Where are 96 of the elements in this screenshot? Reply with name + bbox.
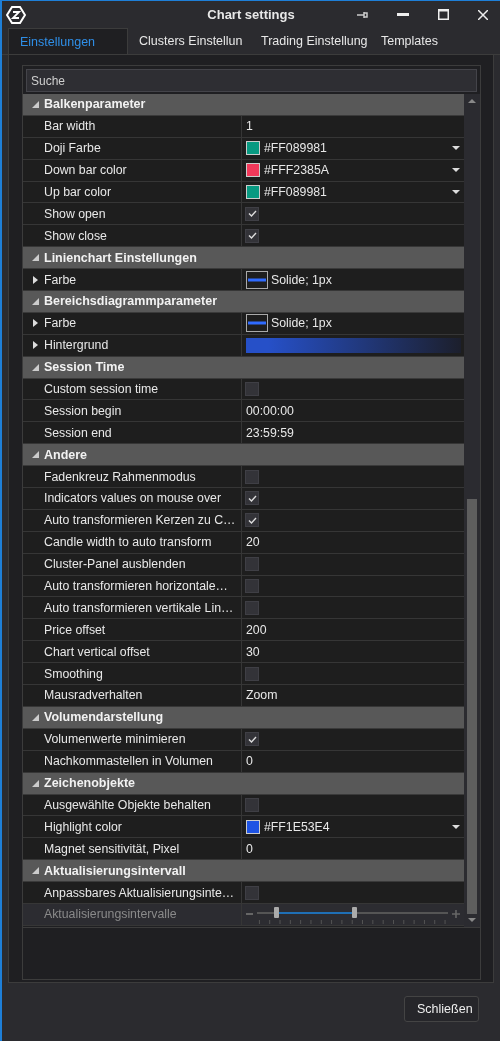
color-value[interactable]: #FF1E53E4 [264,819,330,834]
property-value[interactable]: 1 [246,119,253,134]
property-value[interactable]: 20 [246,535,260,550]
property-value[interactable]: 200 [246,622,267,637]
property-name: Show close [44,228,107,243]
checkbox[interactable] [245,469,259,484]
property-name: Anpassbares Aktualisierungsinte… [44,885,235,900]
expand-icon[interactable] [33,319,38,328]
section-header[interactable]: Volumendarstellung [23,706,464,729]
property-name: Ausgewählte Objekte behalten [44,797,211,812]
expand-icon[interactable] [33,275,38,284]
close-button[interactable]: Schließen [404,996,479,1022]
checkbox[interactable] [245,732,259,747]
property-name: Up bar color [44,185,111,199]
checkbox[interactable] [245,797,259,812]
color-swatch[interactable] [246,185,260,199]
checkbox[interactable] [245,666,259,681]
plus-icon[interactable] [452,910,460,919]
scroll-up-icon[interactable] [468,99,476,103]
property-name: Farbe [44,272,77,287]
property-name: Price offset [44,622,106,637]
search-field[interactable]: Suche [26,69,477,92]
maximize-icon[interactable] [438,9,449,20]
section-header[interactable]: Aktualisierungsintervall [23,860,464,883]
property-name: Chart vertical offset [44,644,150,659]
line-style-value[interactable]: Solide; 1px [271,316,332,331]
checkbox[interactable] [245,382,259,396]
property-name: Highlight color [44,819,122,834]
property-name: Auto transformieren horizontale… [44,579,228,594]
property-value[interactable]: 00:00:00 [246,403,294,418]
section-header[interactable]: Zeichenobjekte [23,772,464,795]
property-value[interactable]: 23:59:59 [246,425,294,440]
pin-icon[interactable] [356,10,368,19]
section-header[interactable]: Linienchart Einstellungen [23,247,464,270]
property-name: Volumenwerte minimieren [44,732,186,747]
property-name: Magnet sensitivität, Pixel [44,841,180,856]
property-name: Doji Farbe [44,141,101,156]
tab[interactable]: Einstellungen [8,28,128,54]
property-name: Candle width to auto transform [44,535,212,550]
property-name: Auto transformieren Kerzen zu C… [44,513,236,528]
checkbox[interactable] [245,557,259,572]
section-header[interactable]: Session Time [23,356,464,379]
minus-icon[interactable] [246,913,253,916]
property-name: Aktualisierungsintervalle [44,907,177,922]
property-value[interactable]: 30 [246,644,260,659]
checkbox[interactable] [245,579,259,594]
property-name: Down bar color [44,163,127,178]
close-icon[interactable] [478,9,488,20]
property-name: Session begin [44,403,122,418]
window-title: Chart settings [207,7,295,22]
property-name: Nachkommastellen in Volumen [44,754,213,769]
property-name: Hintergrund [44,338,109,353]
tab[interactable]: Templates [370,28,449,54]
color-value[interactable]: #FF089981 [264,185,327,199]
expand-icon[interactable] [33,341,38,350]
scrollbar[interactable] [464,94,480,927]
dropdown-caret-icon[interactable] [452,168,460,173]
property-value[interactable]: 0 [246,841,253,856]
checkbox[interactable] [245,513,259,528]
property-name: Smoothing [44,666,103,681]
tab[interactable]: Clusters Einstellun [128,28,250,54]
color-swatch[interactable] [246,141,260,156]
checkbox[interactable] [245,600,259,615]
property-name: Cluster-Panel ausblenden [44,557,186,572]
property-value[interactable]: 0 [246,754,253,769]
property-name: Mausradverhalten [44,688,143,703]
property-name: Farbe [44,316,77,331]
checkbox[interactable] [245,491,259,506]
line-style-value[interactable]: Solide; 1px [271,272,332,287]
logo-icon [6,4,26,25]
scroll-down-icon[interactable] [468,918,476,922]
checkbox[interactable] [245,885,259,900]
property-name: Fadenkreuz Rahmenmodus [44,469,196,484]
tab[interactable]: Trading Einstellung [250,28,370,54]
scrollbar-thumb[interactable] [467,499,477,914]
section-header[interactable]: Balkenparameter [23,94,464,116]
section-header[interactable]: Bereichsdiagrammparameter [23,291,464,313]
property-name: Auto transformieren vertikale Lin… [44,600,234,615]
property-name: Show open [44,206,106,221]
color-swatch[interactable] [246,163,260,178]
line-style-icon[interactable] [246,270,268,289]
color-value[interactable]: #FF089981 [264,141,327,156]
checkbox[interactable] [245,206,259,221]
dropdown-caret-icon[interactable] [452,146,460,151]
property-value[interactable]: Zoom [246,688,278,703]
line-style-icon[interactable] [246,314,268,333]
dropdown-caret-icon[interactable] [452,190,460,194]
color-value[interactable]: #FFF2385A [264,163,329,178]
dropdown-caret-icon[interactable] [452,824,460,829]
section-header[interactable]: Andere [23,444,464,467]
color-swatch[interactable] [246,819,260,834]
checkbox[interactable] [245,228,259,243]
property-name: Session end [44,425,112,440]
property-name: Custom session time [44,382,159,396]
property-name: Bar width [44,119,96,134]
property-name: Indicators values on mouse over [44,491,222,506]
